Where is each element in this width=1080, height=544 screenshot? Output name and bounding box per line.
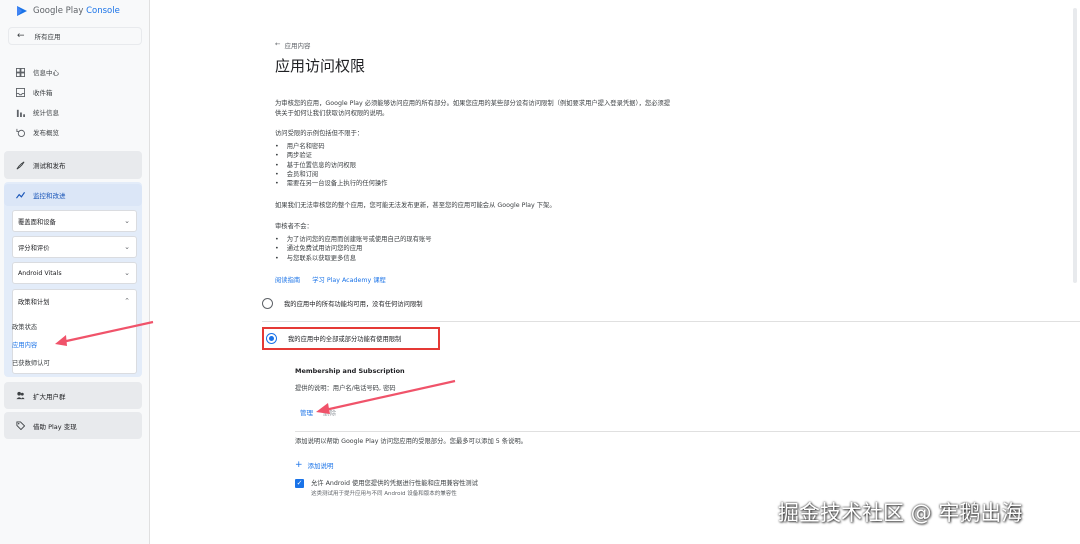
sidebar-item-label: 发布概览 bbox=[33, 129, 59, 137]
plus-icon: + bbox=[295, 460, 303, 470]
divider bbox=[295, 431, 1080, 432]
sidebar-item-publishing-overview[interactable]: 发布概览 bbox=[16, 127, 59, 137]
sidebar-section-monitor-improve[interactable]: 监控和改进 bbox=[4, 184, 142, 206]
back-arrow-icon: ← bbox=[17, 31, 25, 41]
chevron-up-icon: ⌃ bbox=[124, 297, 130, 305]
chevron-down-icon: ⌄ bbox=[124, 217, 130, 225]
sidebar-item-inbox[interactable]: 收件箱 bbox=[16, 87, 53, 97]
reviewers-heading: 审核者不会： bbox=[275, 223, 313, 230]
radio-option-all-available[interactable]: 我的应用中的所有功能均可用，没有任何访问限制 bbox=[262, 298, 423, 309]
highlight-box bbox=[262, 327, 440, 350]
rocket-icon bbox=[16, 161, 25, 169]
radio-button-unselected[interactable] bbox=[262, 298, 273, 309]
sub-label: 政策和计划 bbox=[18, 299, 50, 306]
all-apps-back-button[interactable]: ← 所有应用 bbox=[8, 27, 142, 45]
add-info-text: 添加说明以帮助 Google Play 访问您应用的受限部分。您最多可以添加 5… bbox=[295, 438, 527, 445]
list-item: 通过免费试用访问您的应用 bbox=[275, 244, 432, 253]
list-item: 两步验证 bbox=[275, 151, 387, 160]
restrictions-heading: 访问受限的示例包括但不限于： bbox=[275, 130, 364, 137]
instruction-title: Membership and Subscription bbox=[295, 367, 405, 375]
chevron-down-icon: ⌄ bbox=[124, 269, 130, 277]
list-item: 需要在另一台设备上执行的任何操作 bbox=[275, 179, 388, 188]
read-guide-link[interactable]: 阅读指南 bbox=[275, 277, 300, 284]
add-description-button[interactable]: + 添加说明 bbox=[295, 460, 334, 470]
breadcrumb-label: 应用内容 bbox=[284, 42, 311, 50]
sidebar: Google Play Console ← 所有应用 信息中心 收件箱 统计信息… bbox=[0, 0, 150, 544]
chevron-down-icon: ⌄ bbox=[124, 243, 130, 251]
play-academy-link[interactable]: 学习 Play Academy 课程 bbox=[312, 277, 386, 284]
sub-ratings-reviews[interactable]: 评分和评价 ⌄ bbox=[12, 236, 137, 258]
provided-description: 提供的说明：用户名/电话号码, 密码 bbox=[295, 385, 396, 392]
people-icon bbox=[16, 391, 25, 400]
policy-programs-header[interactable]: 政策和计划 ⌃ bbox=[18, 297, 130, 306]
intro-text-1: 为审核您的应用，Google Play 必须能够访问应用的所有部分。如果您应用的… bbox=[275, 100, 671, 107]
restrictions-list: 用户名和密码 两步验证 基于位置信息的访问权限 会员和订阅 需要在另一台设备上执… bbox=[275, 142, 388, 188]
page-title: 应用访问权限 bbox=[275, 57, 366, 75]
delete-link[interactable]: 删除 bbox=[323, 409, 336, 417]
sidebar-section-monetize[interactable]: 借助 Play 变现 bbox=[4, 412, 142, 439]
scrollbar[interactable] bbox=[1073, 8, 1077, 283]
sub-label: 评分和评价 bbox=[18, 244, 50, 252]
sub-label: Android Vitals bbox=[18, 269, 62, 277]
back-arrow-icon: ← bbox=[275, 40, 281, 48]
bar-chart-icon bbox=[16, 109, 25, 117]
section-label: 测试和发布 bbox=[33, 162, 66, 170]
checkbox-checked[interactable]: ✓ bbox=[295, 479, 304, 488]
section-label: 扩大用户群 bbox=[33, 392, 66, 401]
inbox-icon bbox=[16, 87, 25, 97]
sidebar-item-label: 收件箱 bbox=[33, 89, 53, 97]
reviewers-list: 为了访问您的应用而创建账号或使用自己的现有账号 通过免费试用访问您的应用 与您联… bbox=[275, 235, 432, 263]
radio-label: 我的应用中的所有功能均可用，没有任何访问限制 bbox=[284, 301, 423, 308]
allow-testing-label: 允许 Android 使用您提供的凭据进行性能和应用兼容性测试 bbox=[311, 480, 478, 487]
publishing-overview-icon bbox=[16, 128, 25, 137]
allow-testing-subtext: 这类测试用于提升应用与不同 Android 设备和版本的兼容性 bbox=[311, 491, 457, 497]
logo-google-play: Google Play bbox=[33, 6, 84, 16]
play-logo-icon bbox=[17, 6, 27, 16]
main-content: ← 应用内容 应用访问权限 为审核您的应用，Google Play 必须能够访问… bbox=[150, 0, 1080, 544]
tag-icon bbox=[16, 421, 25, 430]
breadcrumb[interactable]: ← 应用内容 bbox=[275, 40, 310, 50]
sub-reach-devices[interactable]: 覆盖面和设备 ⌄ bbox=[12, 210, 137, 232]
trend-icon bbox=[16, 191, 25, 199]
list-item: 会员和订阅 bbox=[275, 170, 387, 179]
sidebar-link-verified[interactable]: 已获数师认可 bbox=[12, 358, 50, 367]
all-apps-label: 所有应用 bbox=[34, 33, 61, 41]
add-description-label: 添加说明 bbox=[307, 462, 334, 470]
sub-android-vitals[interactable]: Android Vitals ⌄ bbox=[12, 262, 137, 284]
logo-console: Console bbox=[86, 6, 120, 16]
sidebar-section-grow-users[interactable]: 扩大用户群 bbox=[4, 382, 142, 409]
intro-text-2: 供关于如何让我们获取访问权限的说明。 bbox=[275, 110, 389, 117]
list-item: 为了访问您的应用而创建账号或使用自己的现有账号 bbox=[275, 235, 432, 244]
divider bbox=[262, 321, 1080, 322]
sidebar-item-dashboard[interactable]: 信息中心 bbox=[16, 67, 59, 77]
sidebar-link-policy-status[interactable]: 政策状态 bbox=[12, 322, 37, 331]
list-item: 基于位置信息的访问权限 bbox=[275, 161, 387, 170]
allow-testing-option[interactable]: ✓ 允许 Android 使用您提供的凭据进行性能和应用兼容性测试 这类测试用于… bbox=[295, 479, 478, 499]
section-label: 监控和改进 bbox=[33, 192, 66, 200]
sub-label: 覆盖面和设备 bbox=[18, 218, 56, 226]
sidebar-section-test-release[interactable]: 测试和发布 bbox=[4, 151, 142, 179]
manage-link[interactable]: 管理 bbox=[300, 409, 313, 417]
warning-text: 如果我们无法审核您的整个应用，您可能无法发布更新，甚至您的应用可能会从 Goog… bbox=[275, 202, 556, 209]
sidebar-item-label: 信息中心 bbox=[33, 69, 59, 77]
sidebar-link-app-content[interactable]: 应用内容 bbox=[12, 340, 37, 349]
play-console-logo[interactable]: Google Play Console bbox=[16, 4, 120, 18]
list-item: 用户名和密码 bbox=[275, 142, 387, 151]
watermark: 掘金技术社区 @ 牢鹅出海 bbox=[778, 501, 1023, 525]
sidebar-item-statistics[interactable]: 统计信息 bbox=[16, 107, 59, 117]
sidebar-item-label: 统计信息 bbox=[33, 109, 59, 117]
list-item: 与您联系以获取更多信息 bbox=[275, 254, 432, 263]
section-label: 借助 Play 变现 bbox=[33, 422, 77, 431]
dashboard-icon bbox=[16, 67, 25, 77]
